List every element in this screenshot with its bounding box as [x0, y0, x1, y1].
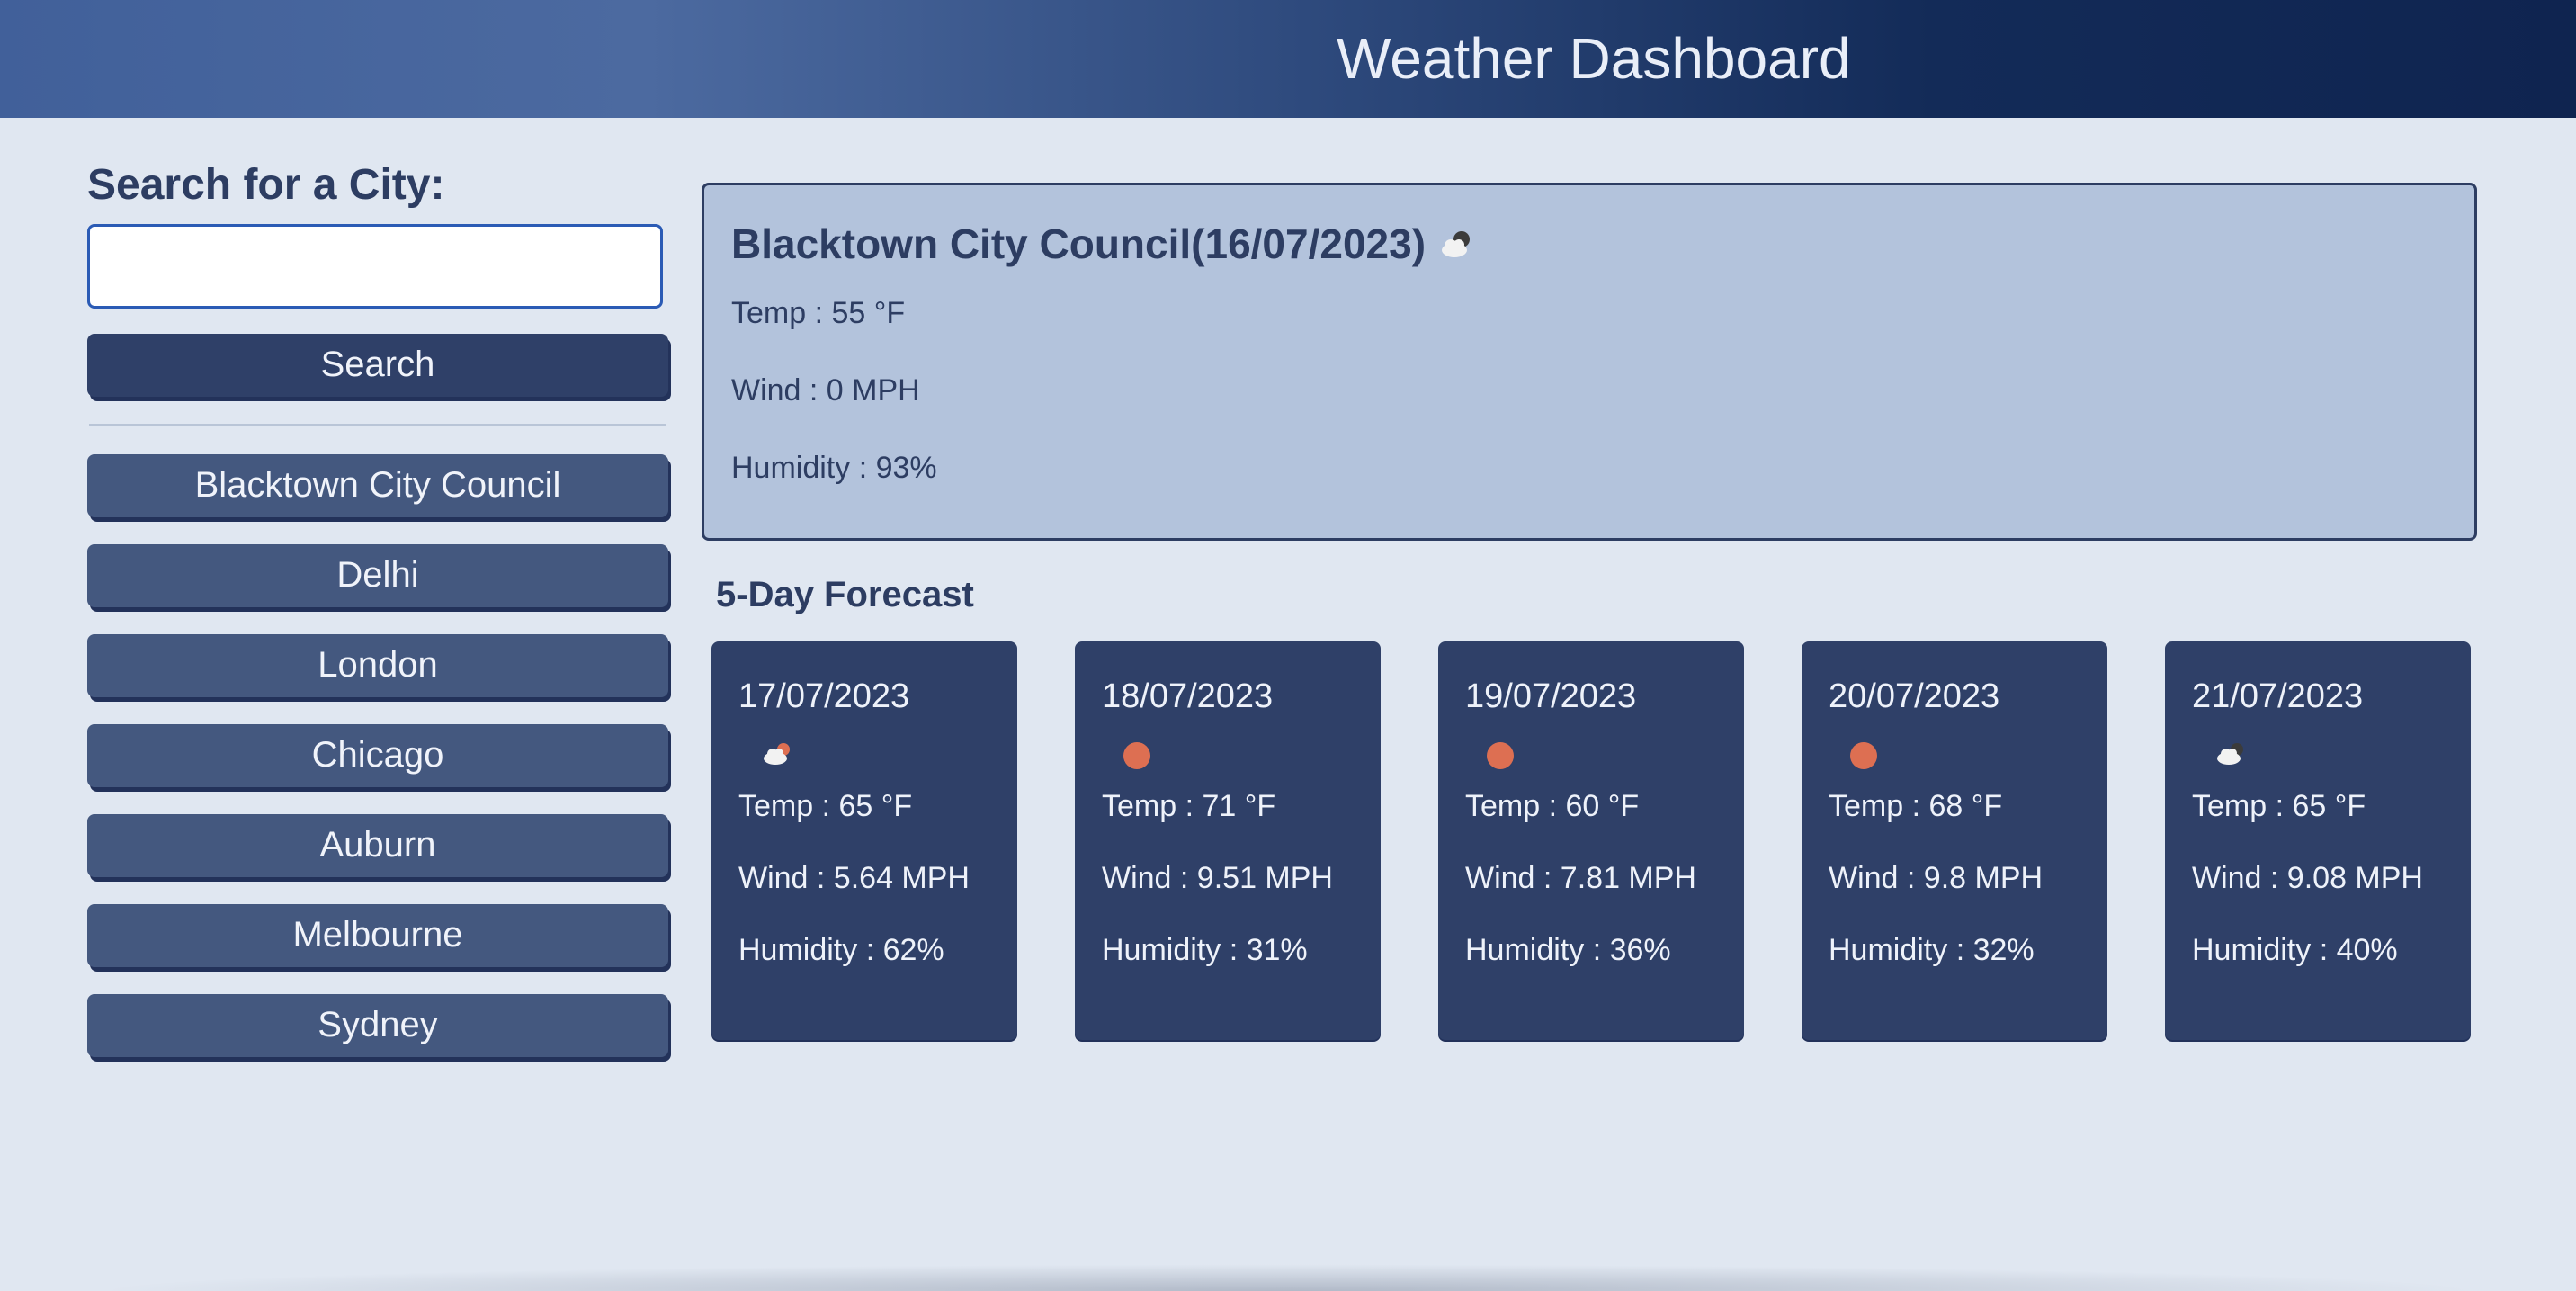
forecast-date: 18/07/2023: [1102, 677, 1274, 715]
history-city-button[interactable]: Sydney: [87, 993, 668, 1057]
forecast-card: 18/07/2023 Temp : 71 °F Wind : 9.51 MPH …: [1075, 641, 1381, 1040]
city-search-input[interactable]: [87, 223, 663, 309]
sun-icon: [1850, 742, 1877, 769]
footer-shadow: [90, 1264, 2486, 1291]
forecast-wind: Wind : 9.8 MPH: [1829, 861, 2044, 895]
forecast-wind: Wind : 7.81 MPH: [1465, 861, 1696, 895]
weather-main: Blacktown City Council (16/07/2023) Temp …: [702, 183, 2477, 1040]
forecast-temp: Temp : 68 °F: [1829, 789, 2003, 823]
forecast-date: 21/07/2023: [2192, 677, 2364, 715]
forecast-wind: Wind : 5.64 MPH: [738, 861, 970, 895]
cloud-icon: [2214, 743, 2250, 776]
current-temp: Temp : 55 °F: [731, 295, 906, 330]
forecast-temp: Temp : 65 °F: [738, 789, 913, 823]
search-button[interactable]: Search: [87, 333, 668, 397]
cloud-sun-icon: [760, 743, 796, 776]
sun-icon: [1487, 742, 1514, 769]
cloud-night-icon: [1435, 226, 1478, 262]
forecast-cards: 17/07/2023 Temp : 65 °F Wind : 5.64 MPH …: [711, 641, 2477, 1040]
forecast-humidity: Humidity : 62%: [738, 933, 944, 967]
page-title: Weather Dashboard: [1337, 26, 1851, 91]
forecast-wind: Wind : 9.51 MPH: [1102, 861, 1333, 895]
history-city-button[interactable]: Delhi: [87, 543, 668, 607]
current-weather-title: Blacktown City Council (16/07/2023): [731, 221, 2447, 267]
forecast-heading: 5-Day Forecast: [716, 575, 974, 614]
forecast-date: 20/07/2023: [1829, 677, 2000, 715]
forecast-temp: Temp : 60 °F: [1465, 789, 1640, 823]
history-city-button[interactable]: Auburn: [87, 813, 668, 877]
history-city-button[interactable]: London: [87, 633, 668, 697]
forecast-humidity: Humidity : 36%: [1465, 933, 1671, 967]
search-history-list: Blacktown City Council Delhi London Chic…: [87, 453, 668, 1057]
sidebar-divider: [89, 423, 666, 426]
history-city-button[interactable]: Melbourne: [87, 903, 668, 967]
forecast-card: 21/07/2023 Temp : 65 °F Wind : 9.08 MPH …: [2165, 641, 2471, 1040]
forecast-wind: Wind : 9.08 MPH: [2192, 861, 2423, 895]
forecast-humidity: Humidity : 31%: [1102, 933, 1308, 967]
forecast-card: 17/07/2023 Temp : 65 °F Wind : 5.64 MPH …: [711, 641, 1017, 1040]
search-sidebar: Search for a City: Search Blacktown City…: [87, 161, 668, 1084]
forecast-temp: Temp : 65 °F: [2192, 789, 2366, 823]
forecast-date: 17/07/2023: [738, 677, 910, 715]
current-city-name: Blacktown City Council: [731, 220, 1192, 267]
forecast-humidity: Humidity : 32%: [1829, 933, 2035, 967]
sun-icon: [1123, 742, 1150, 769]
search-label: Search for a City:: [87, 161, 445, 209]
forecast-date: 19/07/2023: [1465, 677, 1637, 715]
app-header: Weather Dashboard: [0, 0, 2576, 118]
history-city-button[interactable]: Blacktown City Council: [87, 453, 668, 517]
forecast-temp: Temp : 71 °F: [1102, 789, 1276, 823]
current-weather-panel: Blacktown City Council (16/07/2023) Temp …: [702, 183, 2477, 541]
current-humidity: Humidity : 93%: [731, 450, 937, 485]
forecast-card: 20/07/2023 Temp : 68 °F Wind : 9.8 MPH H…: [1802, 641, 2107, 1040]
history-city-button[interactable]: Chicago: [87, 723, 668, 787]
forecast-card: 19/07/2023 Temp : 60 °F Wind : 7.81 MPH …: [1438, 641, 1744, 1040]
current-date: (16/07/2023): [1191, 220, 1427, 267]
forecast-humidity: Humidity : 40%: [2192, 933, 2398, 967]
current-wind: Wind : 0 MPH: [731, 372, 920, 408]
